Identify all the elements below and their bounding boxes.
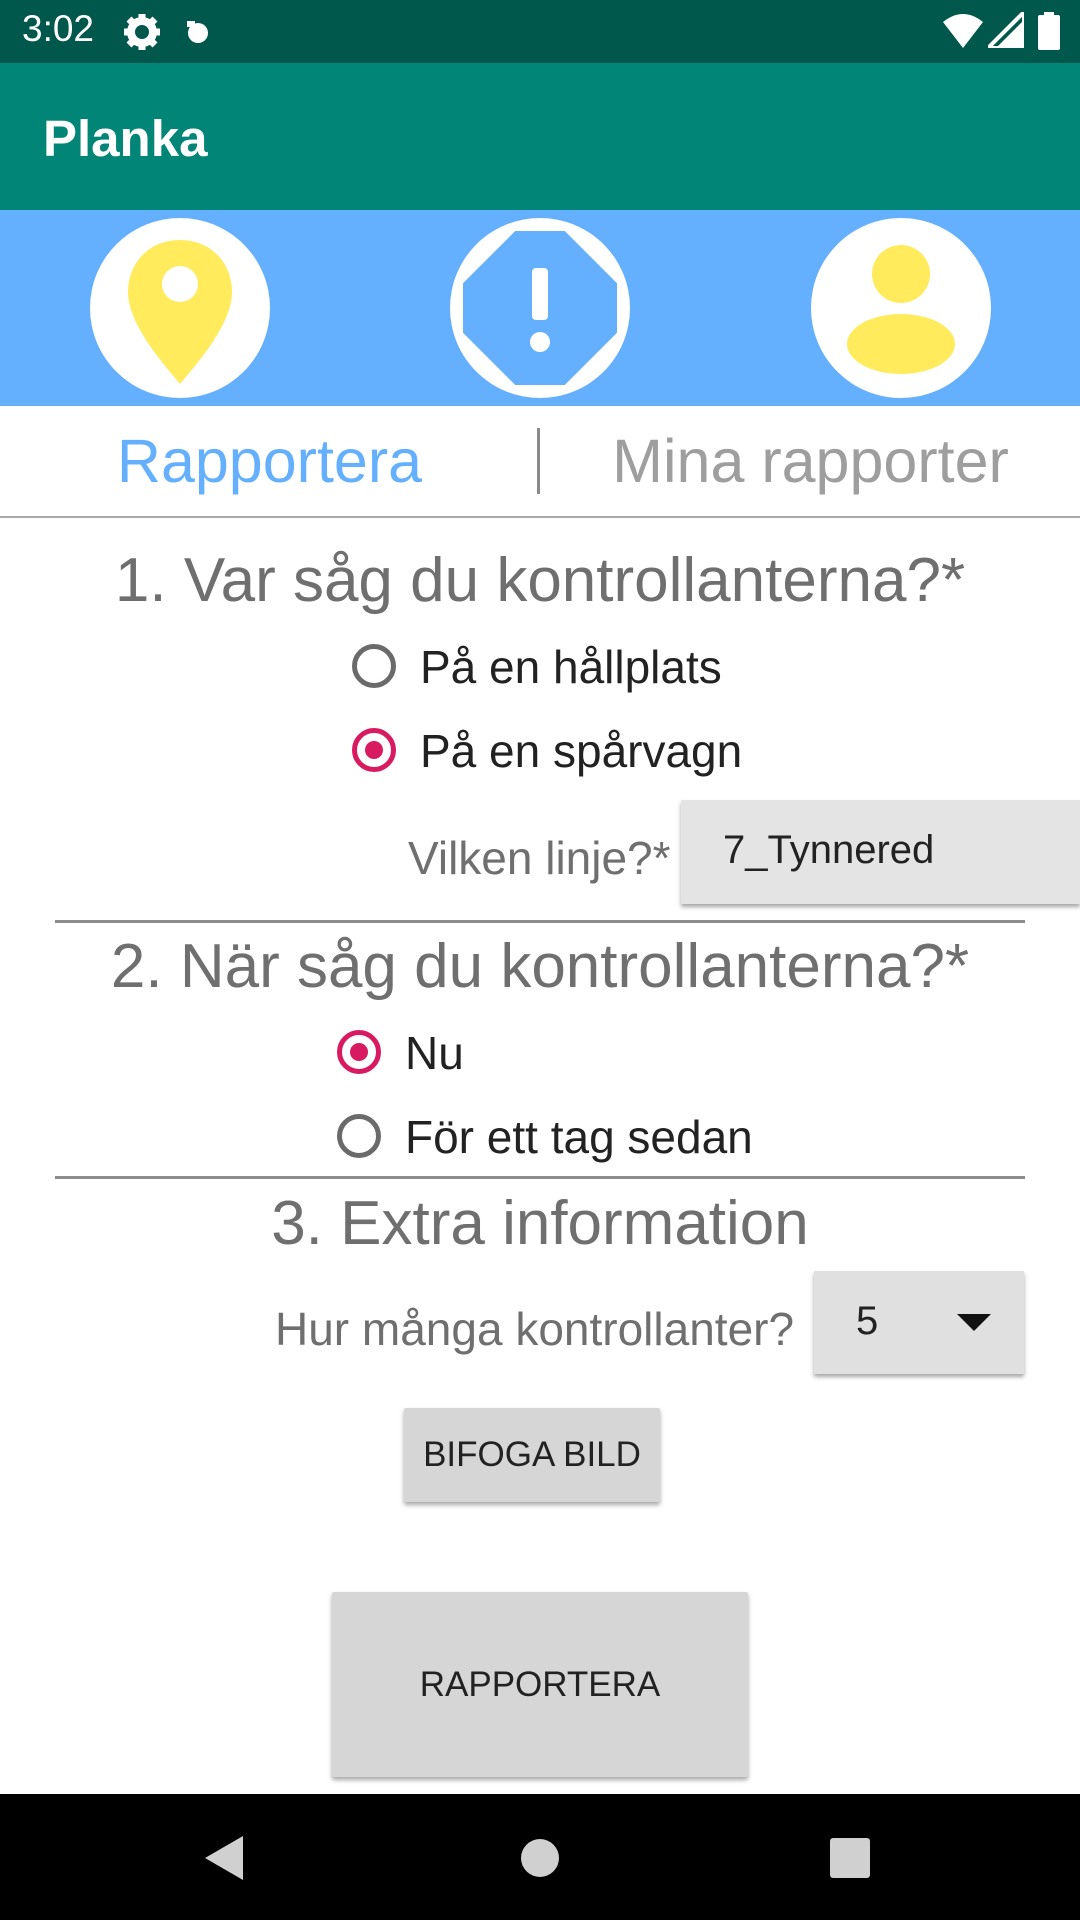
back-icon[interactable] [205,1836,245,1880]
tab-rapportera[interactable]: Rapportera [0,406,539,516]
divider [55,1176,1025,1179]
attach-image-button[interactable]: BIFOGA BILD [404,1408,660,1502]
radio-label: Nu [405,1027,464,1079]
status-time: 3:02 [22,8,95,49]
section2-title: 2. När såg du kontrollanterna?* [110,932,970,1001]
battery-icon [1038,12,1060,50]
notification-icon [187,21,208,43]
wifi-icon [943,14,983,48]
status-bar: 3:02 [0,0,1080,63]
dropdown-arrow-icon [957,1314,991,1331]
tabs-divider-line [0,516,1080,518]
navigation-bar [0,1794,1080,1920]
profile-button[interactable] [811,218,991,398]
radio-hallplats[interactable]: På en hållplats [352,634,752,704]
radio-sparvagn[interactable]: På en spårvagn [352,718,772,788]
icon-band [0,210,1080,406]
radio-unchecked-icon [352,644,396,688]
divider [55,920,1025,923]
app-bar: Planka [0,63,1080,210]
tab-mina-rapporter[interactable]: Mina rapporter [541,406,1080,516]
radio-label: För ett tag sedan [405,1111,753,1163]
location-pin-icon [128,240,232,384]
count-label: Hur många kontrollanter? [275,1303,795,1355]
radio-for-ett-tag-sedan[interactable]: För ett tag sedan [337,1104,777,1174]
radio-checked-icon [337,1030,381,1074]
line-spinner-value: 7_Tynnered [723,828,935,872]
map-button[interactable] [90,218,270,398]
cell-signal-icon [988,12,1024,48]
settings-gear-icon [124,14,160,50]
count-spinner-value: 5 [856,1299,879,1343]
section1-title: 1. Var såg du kontrollanterna?* [114,546,966,615]
line-spinner[interactable]: 7_Tynnered [681,800,1080,904]
count-spinner[interactable]: 5 [814,1271,1024,1374]
recents-icon[interactable] [830,1838,870,1878]
radio-label: På en hållplats [420,641,722,693]
radio-label: På en spårvagn [420,725,743,777]
submit-report-button[interactable]: RAPPORTERA [332,1592,748,1777]
radio-unchecked-icon [337,1114,381,1158]
profile-icon [847,245,955,374]
radio-checked-icon [352,728,396,772]
alert-octagon-icon [457,225,623,391]
app-title: Planka [43,110,208,167]
tab-divider [537,428,540,494]
line-label: Vilken linje?* [408,832,671,884]
report-button[interactable] [450,218,630,398]
home-icon[interactable] [520,1838,560,1878]
section3-title: 3. Extra information [271,1189,809,1258]
radio-nu[interactable]: Nu [337,1020,537,1090]
